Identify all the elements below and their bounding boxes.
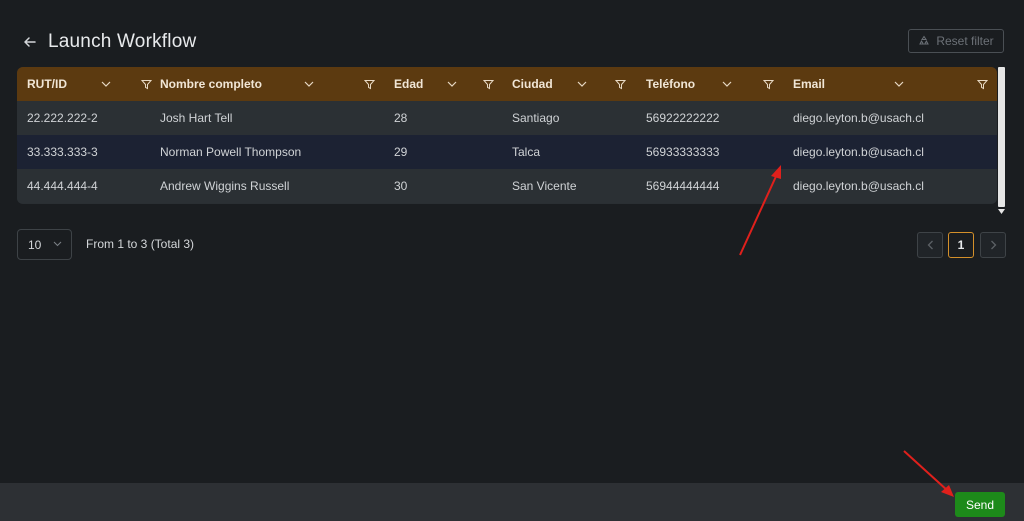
page-size-value: 10 — [28, 237, 42, 252]
table-scrollbar[interactable] — [997, 67, 1006, 217]
page-button-1[interactable]: 1 — [948, 232, 974, 258]
chevron-down-icon[interactable] — [304, 81, 314, 87]
cell-email: diego.leyton.b@usach.cl — [793, 145, 924, 159]
cell-nombre: Josh Hart Tell — [160, 111, 233, 125]
cell-rut: 22.222.222-2 — [27, 111, 98, 125]
page-title: Launch Workflow — [48, 31, 197, 52]
scroll-down-arrow-icon[interactable] — [997, 209, 1006, 217]
column-label: Email — [793, 77, 826, 91]
cell-edad: 29 — [394, 145, 408, 159]
page-number: 1 — [957, 238, 965, 252]
cell-nombre: Andrew Wiggins Russell — [160, 179, 290, 193]
data-table: RUT/ID Nombre completo Edad Ciudad Teléf… — [17, 67, 997, 204]
chevron-down-icon[interactable] — [577, 81, 587, 87]
recycle-icon — [918, 35, 930, 47]
column-label: Ciudad — [512, 77, 553, 91]
cell-ciudad: Santiago — [512, 111, 560, 125]
filter-icon[interactable] — [364, 79, 375, 90]
chevron-down-icon — [53, 241, 62, 247]
cell-edad: 28 — [394, 111, 408, 125]
next-page-button[interactable] — [980, 232, 1006, 258]
chevron-left-icon — [927, 240, 934, 250]
filter-icon[interactable] — [615, 79, 626, 90]
chevron-right-icon — [990, 240, 997, 250]
filter-icon[interactable] — [763, 79, 774, 90]
table-row[interactable]: 33.333.333-3 Norman Powell Thompson 29 T… — [17, 135, 997, 169]
scroll-thumb[interactable] — [998, 67, 1005, 207]
cell-telefono: 56933333333 — [646, 145, 720, 159]
cell-telefono: 56922222222 — [646, 111, 720, 125]
cell-telefono: 56944444444 — [646, 179, 720, 193]
column-header-email[interactable]: Email — [793, 67, 993, 101]
filter-icon[interactable] — [977, 79, 988, 90]
column-label: RUT/ID — [27, 77, 67, 91]
reset-filter-label: Reset filter — [936, 34, 994, 48]
column-header-ciudad[interactable]: Ciudad — [512, 67, 632, 101]
send-label: Send — [965, 497, 995, 512]
cell-ciudad: San Vicente — [512, 179, 577, 193]
column-header-rut[interactable]: RUT/ID — [27, 67, 152, 101]
table-row[interactable]: 44.444.444-4 Andrew Wiggins Russell 30 S… — [17, 169, 997, 203]
arrow-left-icon[interactable] — [22, 34, 38, 50]
footer-bar — [0, 483, 1024, 521]
page-header: Launch Workflow — [22, 28, 196, 56]
page-size-select[interactable]: 10 — [17, 229, 72, 260]
chevron-down-icon[interactable] — [447, 81, 457, 87]
cell-edad: 30 — [394, 179, 408, 193]
column-label: Edad — [394, 77, 424, 91]
chevron-down-icon[interactable] — [101, 81, 111, 87]
chevron-down-icon[interactable] — [722, 81, 732, 87]
table-row[interactable]: 22.222.222-2 Josh Hart Tell 28 Santiago … — [17, 101, 997, 135]
cell-ciudad: Talca — [512, 145, 541, 159]
filter-icon[interactable] — [141, 79, 152, 90]
reset-filter-button[interactable]: Reset filter — [908, 29, 1004, 53]
column-header-nombre[interactable]: Nombre completo — [160, 67, 385, 101]
cell-rut: 44.444.444-4 — [27, 179, 98, 193]
filter-icon[interactable] — [483, 79, 494, 90]
cell-nombre: Norman Powell Thompson — [160, 145, 302, 159]
column-label: Nombre completo — [160, 77, 263, 91]
column-header-telefono[interactable]: Teléfono — [646, 67, 781, 101]
pagination-range-text: From 1 to 3 (Total 3) — [86, 237, 195, 251]
column-header-edad[interactable]: Edad — [394, 67, 504, 101]
cell-email: diego.leyton.b@usach.cl — [793, 179, 924, 193]
cell-rut: 33.333.333-3 — [27, 145, 98, 159]
chevron-down-icon[interactable] — [894, 81, 904, 87]
prev-page-button[interactable] — [917, 232, 943, 258]
cell-email: diego.leyton.b@usach.cl — [793, 111, 924, 125]
column-label: Teléfono — [646, 77, 696, 91]
send-button[interactable]: Send — [955, 492, 1005, 517]
